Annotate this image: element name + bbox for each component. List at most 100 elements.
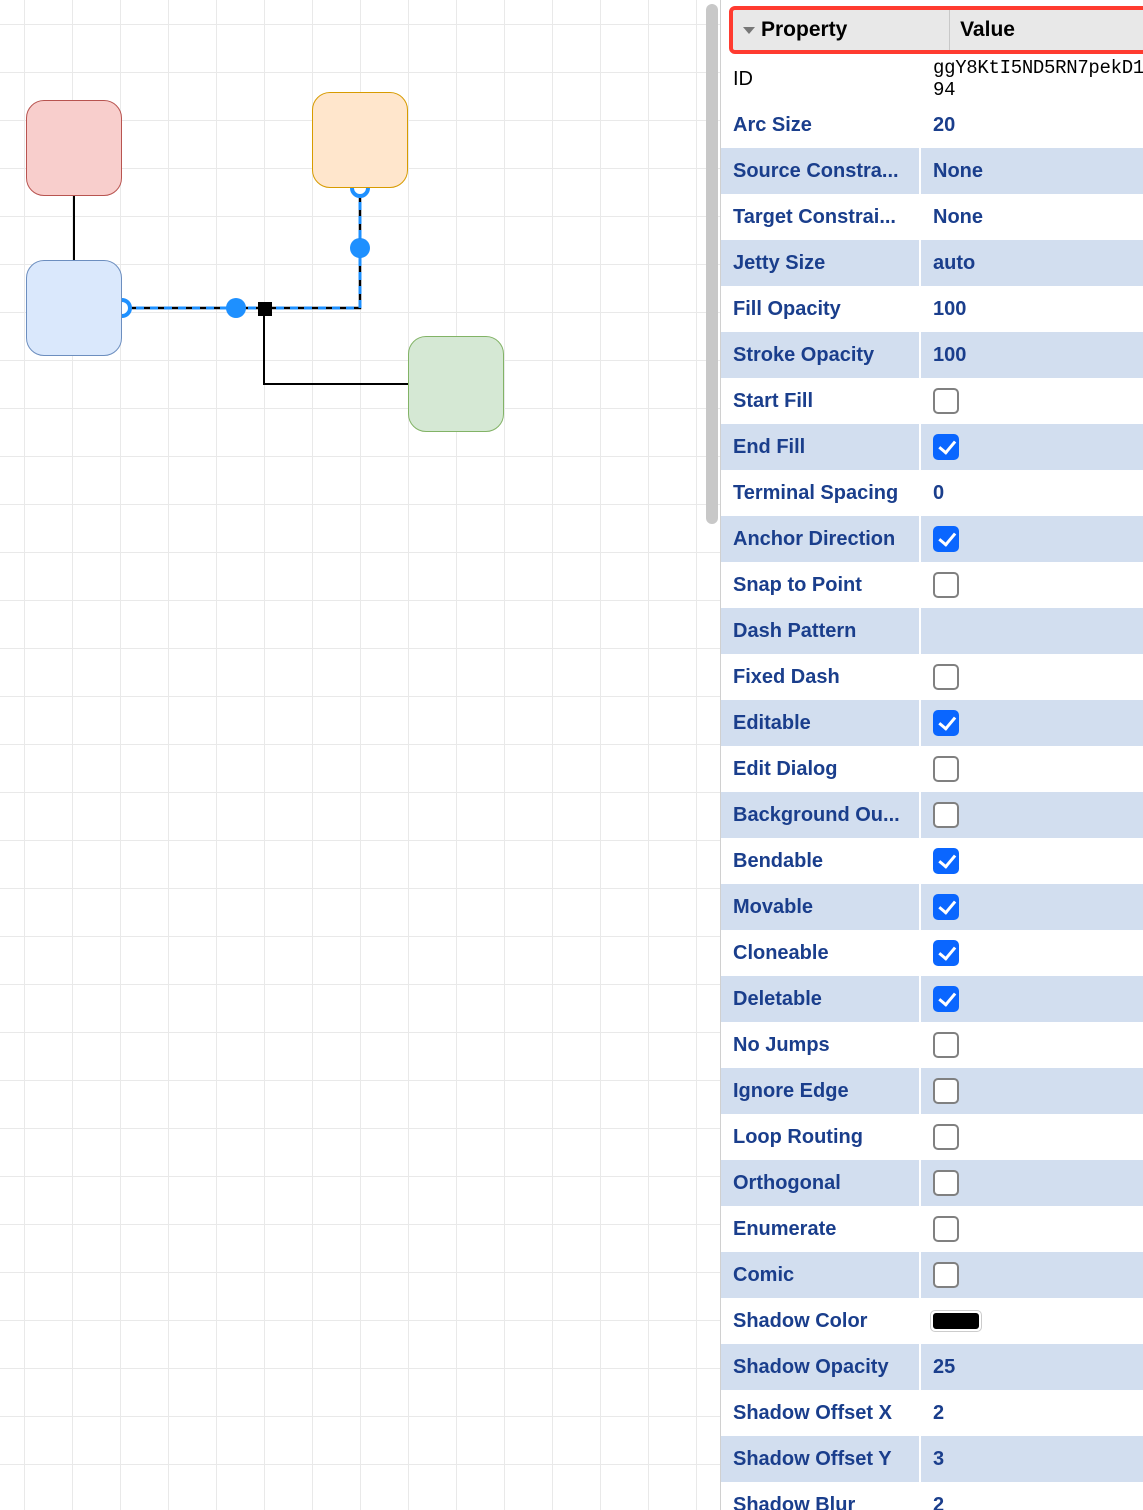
property-row[interactable]: End Fill — [721, 424, 1143, 470]
property-value[interactable] — [921, 516, 1143, 562]
property-value[interactable] — [921, 654, 1143, 700]
property-value[interactable]: ggY8KtI5ND5RN7pekD12-94 — [921, 56, 1143, 102]
property-value[interactable]: auto — [921, 240, 1143, 286]
property-value[interactable] — [921, 424, 1143, 470]
property-row[interactable]: Shadow Color — [721, 1298, 1143, 1344]
property-value[interactable] — [921, 838, 1143, 884]
property-value[interactable] — [921, 1022, 1143, 1068]
property-row[interactable]: No Jumps — [721, 1022, 1143, 1068]
property-value[interactable]: 100 — [921, 286, 1143, 332]
property-value[interactable] — [921, 746, 1143, 792]
property-name: Shadow Offset Y — [721, 1436, 921, 1482]
property-row[interactable]: Loop Routing — [721, 1114, 1143, 1160]
checkbox-checked[interactable] — [933, 434, 959, 460]
property-row[interactable]: Source Constra...None — [721, 148, 1143, 194]
property-value[interactable] — [921, 1252, 1143, 1298]
property-row[interactable]: Jetty Sizeauto — [721, 240, 1143, 286]
property-row[interactable]: Comic — [721, 1252, 1143, 1298]
property-row[interactable]: Arc Size20 — [721, 102, 1143, 148]
header-value-label: Value — [960, 18, 1015, 42]
property-value[interactable] — [921, 884, 1143, 930]
property-value[interactable]: 3 — [921, 1436, 1143, 1482]
property-row[interactable]: Shadow Blur2 — [721, 1482, 1143, 1510]
node-blue[interactable] — [26, 260, 122, 356]
property-row[interactable]: Shadow Offset Y3 — [721, 1436, 1143, 1482]
checkbox-checked[interactable] — [933, 894, 959, 920]
property-value[interactable] — [921, 608, 1143, 654]
property-value[interactable] — [921, 1114, 1143, 1160]
property-row[interactable]: Enumerate — [721, 1206, 1143, 1252]
property-row[interactable]: Bendable — [721, 838, 1143, 884]
property-row[interactable]: Orthogonal — [721, 1160, 1143, 1206]
checkbox-unchecked[interactable] — [933, 572, 959, 598]
property-value[interactable]: None — [921, 148, 1143, 194]
property-row[interactable]: Shadow Offset X2 — [721, 1390, 1143, 1436]
property-value[interactable] — [921, 1206, 1143, 1252]
property-row[interactable]: Movable — [721, 884, 1143, 930]
property-row[interactable]: Cloneable — [721, 930, 1143, 976]
property-row[interactable]: Start Fill — [721, 378, 1143, 424]
checkbox-unchecked[interactable] — [933, 1078, 959, 1104]
checkbox-checked[interactable] — [933, 940, 959, 966]
property-row[interactable]: Anchor Direction — [721, 516, 1143, 562]
property-row[interactable]: Editable — [721, 700, 1143, 746]
scrollbar-thumb[interactable] — [706, 4, 718, 524]
property-row[interactable]: Background Ou... — [721, 792, 1143, 838]
node-red[interactable] — [26, 100, 122, 196]
canvas-scrollbar[interactable] — [704, 0, 720, 1510]
property-value[interactable]: 2 — [921, 1390, 1143, 1436]
checkbox-checked[interactable] — [933, 710, 959, 736]
property-value-text: 2 — [933, 1494, 944, 1510]
property-name: Background Ou... — [721, 792, 921, 838]
property-value[interactable] — [921, 930, 1143, 976]
property-row[interactable]: Terminal Spacing0 — [721, 470, 1143, 516]
checkbox-checked[interactable] — [933, 848, 959, 874]
property-row[interactable]: Ignore Edge — [721, 1068, 1143, 1114]
property-value[interactable]: 2 — [921, 1482, 1143, 1510]
property-value[interactable] — [921, 1160, 1143, 1206]
checkbox-unchecked[interactable] — [933, 388, 959, 414]
checkbox-unchecked[interactable] — [933, 664, 959, 690]
node-orange[interactable] — [312, 92, 408, 188]
property-name: Ignore Edge — [721, 1068, 921, 1114]
property-value[interactable] — [921, 1068, 1143, 1114]
property-row[interactable]: Stroke Opacity100 — [721, 332, 1143, 378]
header-value[interactable]: Value — [950, 10, 1143, 50]
checkbox-unchecked[interactable] — [933, 1124, 959, 1150]
color-swatch[interactable] — [933, 1313, 979, 1329]
property-value[interactable] — [921, 976, 1143, 1022]
header-property[interactable]: Property — [733, 10, 950, 50]
property-row[interactable]: Deletable — [721, 976, 1143, 1022]
checkbox-unchecked[interactable] — [933, 1216, 959, 1242]
property-row[interactable]: Edit Dialog — [721, 746, 1143, 792]
property-name: Arc Size — [721, 102, 921, 148]
property-value[interactable] — [921, 378, 1143, 424]
checkbox-unchecked[interactable] — [933, 756, 959, 782]
property-value[interactable]: 25 — [921, 1344, 1143, 1390]
property-value[interactable] — [921, 700, 1143, 746]
property-value-text: auto — [933, 252, 975, 275]
property-value[interactable]: 0 — [921, 470, 1143, 516]
property-row[interactable]: Snap to Point — [721, 562, 1143, 608]
property-value-text: 0 — [933, 482, 944, 505]
property-row[interactable]: Shadow Opacity25 — [721, 1344, 1143, 1390]
property-row[interactable]: Fill Opacity100 — [721, 286, 1143, 332]
checkbox-checked[interactable] — [933, 526, 959, 552]
checkbox-unchecked[interactable] — [933, 802, 959, 828]
property-value[interactable] — [921, 792, 1143, 838]
checkbox-unchecked[interactable] — [933, 1170, 959, 1196]
checkbox-unchecked[interactable] — [933, 1262, 959, 1288]
property-value[interactable] — [921, 1298, 1143, 1344]
property-value[interactable]: 20 — [921, 102, 1143, 148]
diagram-canvas[interactable] — [0, 0, 720, 1510]
checkbox-unchecked[interactable] — [933, 1032, 959, 1058]
property-row[interactable]: Dash Pattern — [721, 608, 1143, 654]
property-value[interactable]: 100 — [921, 332, 1143, 378]
node-green[interactable] — [408, 336, 504, 432]
property-row[interactable]: Fixed Dash — [721, 654, 1143, 700]
checkbox-checked[interactable] — [933, 986, 959, 1012]
property-row[interactable]: IDggY8KtI5ND5RN7pekD12-94 — [721, 56, 1143, 102]
property-row[interactable]: Target Constrai...None — [721, 194, 1143, 240]
property-value[interactable]: None — [921, 194, 1143, 240]
property-value[interactable] — [921, 562, 1143, 608]
